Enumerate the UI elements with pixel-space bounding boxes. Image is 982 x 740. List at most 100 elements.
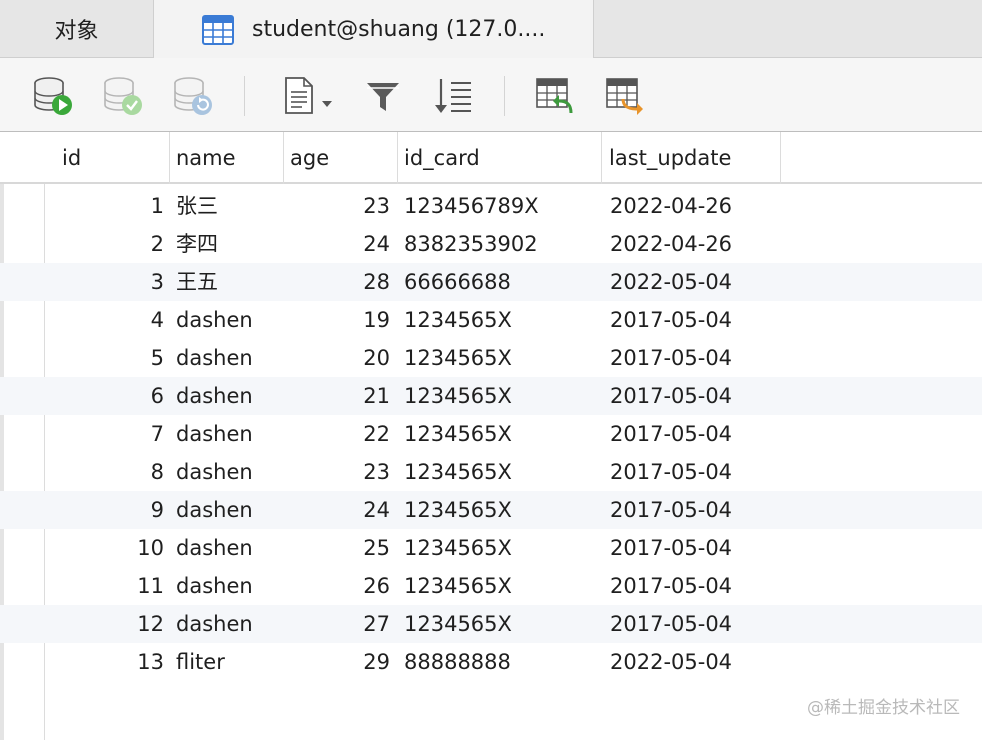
cell-id[interactable]: 13 xyxy=(46,643,164,681)
table-row[interactable]: 8 dashen 23 1234565X 2017-05-04 xyxy=(0,453,982,491)
cell-last-update[interactable]: 2022-05-04 xyxy=(610,643,780,681)
cell-age[interactable]: 23 xyxy=(284,453,390,491)
cell-last-update[interactable]: 2017-05-04 xyxy=(610,377,780,415)
cell-id[interactable]: 2 xyxy=(46,225,164,263)
cell-age[interactable]: 28 xyxy=(284,263,390,301)
cell-name[interactable]: dashen xyxy=(176,339,282,377)
chevron-down-icon xyxy=(322,101,332,107)
cell-age[interactable]: 22 xyxy=(284,415,390,453)
db-rollback-icon xyxy=(174,77,212,115)
table-row[interactable]: 9 dashen 24 1234565X 2017-05-04 xyxy=(0,491,982,529)
cell-name[interactable]: 张三 xyxy=(176,187,282,225)
cell-last-update[interactable]: 2017-05-04 xyxy=(610,301,780,339)
cell-name[interactable]: dashen xyxy=(176,605,282,643)
table-row[interactable]: 4 dashen 19 1234565X 2017-05-04 xyxy=(0,301,982,339)
cell-last-update[interactable]: 2017-05-04 xyxy=(610,567,780,605)
cell-id-card[interactable]: 1234565X xyxy=(404,415,600,453)
cell-id-card[interactable]: 123456789X xyxy=(404,187,600,225)
cell-name[interactable]: dashen xyxy=(176,453,282,491)
cell-last-update[interactable]: 2017-05-04 xyxy=(610,415,780,453)
table-row[interactable]: 6 dashen 21 1234565X 2017-05-04 xyxy=(0,377,982,415)
table-row[interactable]: 12 dashen 27 1234565X 2017-05-04 xyxy=(0,605,982,643)
cell-name[interactable]: dashen xyxy=(176,567,282,605)
cell-last-update[interactable]: 2017-05-04 xyxy=(610,605,780,643)
cell-id-card[interactable]: 1234565X xyxy=(404,605,600,643)
filter-icon xyxy=(367,83,399,111)
sort-button[interactable] xyxy=(430,74,476,118)
cell-last-update[interactable]: 2017-05-04 xyxy=(610,529,780,567)
cell-id[interactable]: 10 xyxy=(46,529,164,567)
table-row[interactable]: 11 dashen 26 1234565X 2017-05-04 xyxy=(0,567,982,605)
cell-age[interactable]: 24 xyxy=(284,491,390,529)
table-row[interactable]: 7 dashen 22 1234565X 2017-05-04 xyxy=(0,415,982,453)
cell-age[interactable]: 29 xyxy=(284,643,390,681)
cell-name[interactable]: fliter xyxy=(176,643,282,681)
cell-last-update[interactable]: 2017-05-04 xyxy=(610,339,780,377)
cell-last-update[interactable]: 2022-04-26 xyxy=(610,225,780,263)
cell-id-card[interactable]: 66666688 xyxy=(404,263,600,301)
cell-id-card[interactable]: 88888888 xyxy=(404,643,600,681)
cell-id-card[interactable]: 1234565X xyxy=(404,491,600,529)
cell-id[interactable]: 4 xyxy=(46,301,164,339)
table-row[interactable]: 5 dashen 20 1234565X 2017-05-04 xyxy=(0,339,982,377)
cell-name[interactable]: 李四 xyxy=(176,225,282,263)
cell-id[interactable]: 8 xyxy=(46,453,164,491)
rollback-button[interactable] xyxy=(170,74,216,118)
cell-age[interactable]: 24 xyxy=(284,225,390,263)
db-run-icon xyxy=(34,77,72,115)
cell-id[interactable]: 5 xyxy=(46,339,164,377)
tab-student-table[interactable]: student@shuang (127.0.... xyxy=(154,0,594,59)
import-button[interactable] xyxy=(532,74,578,118)
column-header-age[interactable]: age xyxy=(282,132,398,184)
cell-name[interactable]: dashen xyxy=(176,491,282,529)
table-row[interactable]: 10 dashen 25 1234565X 2017-05-04 xyxy=(0,529,982,567)
cell-age[interactable]: 25 xyxy=(284,529,390,567)
cell-last-update[interactable]: 2022-05-04 xyxy=(610,263,780,301)
commit-button[interactable] xyxy=(100,74,146,118)
cell-name[interactable]: dashen xyxy=(176,377,282,415)
table-row[interactable]: 1 张三 23 123456789X 2022-04-26 xyxy=(0,187,982,225)
cell-id[interactable]: 9 xyxy=(46,491,164,529)
cell-name[interactable]: dashen xyxy=(176,529,282,567)
cell-age[interactable]: 23 xyxy=(284,187,390,225)
filter-button[interactable] xyxy=(360,74,406,118)
column-header-id-card[interactable]: id_card xyxy=(396,132,602,184)
cell-last-update[interactable]: 2022-04-26 xyxy=(610,187,780,225)
cell-last-update[interactable]: 2017-05-04 xyxy=(610,453,780,491)
cell-id-card[interactable]: 1234565X xyxy=(404,377,600,415)
cell-id-card[interactable]: 1234565X xyxy=(404,529,600,567)
cell-age[interactable]: 21 xyxy=(284,377,390,415)
data-grid[interactable]: id name age id_card last_update 1 张三 23 123… xyxy=(0,132,982,740)
table-row[interactable]: 2 李四 24 8382353902 2022-04-26 xyxy=(0,225,982,263)
column-header-last-update[interactable]: last_update xyxy=(601,132,781,184)
cell-id-card[interactable]: 1234565X xyxy=(404,453,600,491)
cell-id[interactable]: 3 xyxy=(46,263,164,301)
cell-id-card[interactable]: 1234565X xyxy=(404,301,600,339)
cell-name[interactable]: dashen xyxy=(176,301,282,339)
table-row[interactable]: 13 fliter 29 88888888 2022-05-04 xyxy=(0,643,982,681)
cell-age[interactable]: 19 xyxy=(284,301,390,339)
cell-id[interactable]: 12 xyxy=(46,605,164,643)
cell-age[interactable]: 20 xyxy=(284,339,390,377)
cell-id[interactable]: 1 xyxy=(46,187,164,225)
export-button[interactable] xyxy=(602,74,648,118)
column-header-name[interactable]: name xyxy=(168,132,284,184)
text-document-icon xyxy=(285,77,332,114)
cell-id-card[interactable]: 1234565X xyxy=(404,567,600,605)
cell-last-update[interactable]: 2017-05-04 xyxy=(610,491,780,529)
cell-name[interactable]: 王五 xyxy=(176,263,282,301)
import-table-icon xyxy=(536,78,573,114)
cell-id-card[interactable]: 8382353902 xyxy=(404,225,600,263)
cell-id[interactable]: 7 xyxy=(46,415,164,453)
cell-id[interactable]: 11 xyxy=(46,567,164,605)
column-header-id[interactable]: id xyxy=(54,132,170,184)
cell-id[interactable]: 6 xyxy=(46,377,164,415)
table-row[interactable]: 3 王五 28 66666688 2022-05-04 xyxy=(0,263,982,301)
tab-objects[interactable]: 对象 xyxy=(0,0,154,58)
cell-age[interactable]: 27 xyxy=(284,605,390,643)
text-view-button[interactable] xyxy=(282,74,338,118)
cell-name[interactable]: dashen xyxy=(176,415,282,453)
cell-age[interactable]: 26 xyxy=(284,567,390,605)
run-button[interactable] xyxy=(30,74,76,118)
cell-id-card[interactable]: 1234565X xyxy=(404,339,600,377)
